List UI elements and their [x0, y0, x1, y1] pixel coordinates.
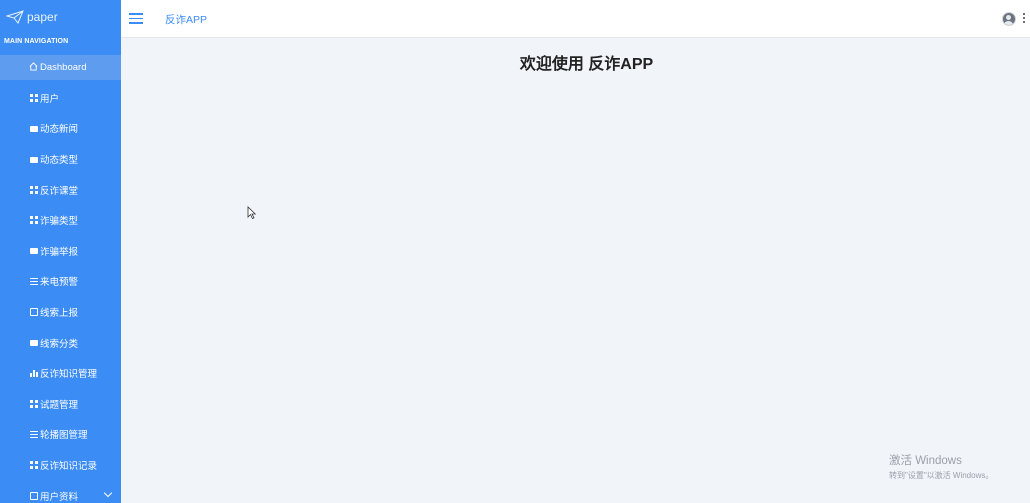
home-icon [29, 62, 38, 71]
briefcase-icon [30, 125, 38, 132]
avatar[interactable] [1002, 12, 1016, 26]
watermark-line2: 转到"设置"以激活 Windows。 [889, 471, 994, 480]
sidebar-item-carousel[interactable]: 轮播图管理 [0, 419, 121, 450]
sidebar-item-label: 用户资料 [40, 491, 79, 503]
monitor-icon [30, 247, 38, 254]
windows-activation-watermark: 激活 Windows 转到"设置"以激活 Windows。 [889, 452, 993, 481]
sidebar-item-fraud-reports[interactable]: 诈骗举报 [0, 236, 121, 267]
sidebar-item-label: 轮播图管理 [40, 430, 88, 442]
grid-icon [30, 216, 38, 225]
calendar-icon [30, 491, 38, 500]
sidebar-item-fraud-types[interactable]: 诈骗类型 [0, 205, 121, 236]
sidebar-item-label: 诈骗举报 [40, 246, 79, 258]
table-icon [30, 185, 38, 194]
sidebar-item-classroom[interactable]: 反诈课堂 [0, 174, 121, 205]
more-vert-icon[interactable] [1023, 13, 1026, 24]
sidebar-item-label: 来电预警 [40, 277, 79, 289]
sidebar-item-questions[interactable]: 试题管理 [0, 389, 121, 420]
list-icon [30, 277, 38, 286]
top-bar: 反诈APP [121, 0, 1030, 38]
nav-heading: MAIN NAVIGATION [4, 38, 69, 45]
sidebar-item-label: 动态新闻 [40, 124, 79, 136]
grid-icon [30, 461, 38, 470]
hamburger-line [129, 22, 143, 24]
sidebar: paper MAIN NAVIGATION Dashboard 用户 动态新闻 … [0, 0, 121, 503]
sidebar-item-knowledge-records[interactable]: 反诈知识记录 [0, 450, 121, 481]
nav-list: Dashboard 用户 动态新闻 动态类型 反诈课堂 诈骗类型 诈骗举报 来电… [0, 55, 121, 503]
sidebar-item-label: 用户 [40, 93, 60, 105]
sidebar-item-news-types[interactable]: 动态类型 [0, 144, 121, 175]
kebab-dot [1023, 21, 1025, 23]
sidebar-item-label: 线索上报 [40, 308, 79, 320]
watermark-line1: 激活 Windows [889, 455, 962, 467]
sidebar-item-label: 试题管理 [40, 399, 79, 411]
book-icon [30, 308, 38, 317]
sidebar-item-user-profile[interactable]: 用户资料 [0, 480, 121, 503]
sidebar-item-call-alerts[interactable]: 来电预警 [0, 266, 121, 297]
grid-icon [30, 399, 38, 408]
mouse-cursor-icon [247, 206, 256, 219]
paper-plane-icon [6, 10, 24, 24]
kebab-dot [1023, 13, 1025, 15]
sidebar-item-lead-categories[interactable]: 线索分类 [0, 327, 121, 358]
sidebar-item-label: 线索分类 [40, 338, 79, 350]
sidebar-item-news[interactable]: 动态新闻 [0, 113, 121, 144]
sidebar-item-dashboard[interactable]: Dashboard [0, 55, 121, 80]
menu-toggle-button[interactable] [129, 13, 143, 24]
chevron-down-icon[interactable] [103, 489, 113, 498]
sidebar-item-label: 动态类型 [40, 155, 79, 167]
sidebar-item-label: 反诈课堂 [40, 185, 79, 197]
hamburger-line [129, 17, 143, 20]
bar-chart-icon [30, 369, 38, 378]
page-title: 欢迎使用 反诈APP [519, 56, 654, 73]
brand-text: paper [27, 10, 58, 24]
kebab-dot [1023, 17, 1025, 19]
sidebar-item-lead-reports[interactable]: 线索上报 [0, 297, 121, 328]
sidebar-item-users[interactable]: 用户 [0, 83, 121, 114]
grid-icon [30, 93, 38, 102]
sidebar-item-label: 反诈知识记录 [40, 461, 98, 473]
sidebar-item-label: Dashboard [40, 61, 87, 73]
brand-logo[interactable]: paper [0, 0, 121, 34]
list-icon [30, 430, 38, 439]
sidebar-item-knowledge[interactable]: 反诈知识管理 [0, 358, 121, 389]
monitor-icon [30, 339, 38, 346]
app-title-link[interactable]: 反诈APP [165, 12, 207, 27]
sidebar-item-label: 诈骗类型 [40, 216, 79, 228]
sidebar-item-label: 反诈知识管理 [40, 369, 98, 381]
hamburger-line [129, 13, 143, 15]
briefcase-icon [30, 156, 38, 163]
